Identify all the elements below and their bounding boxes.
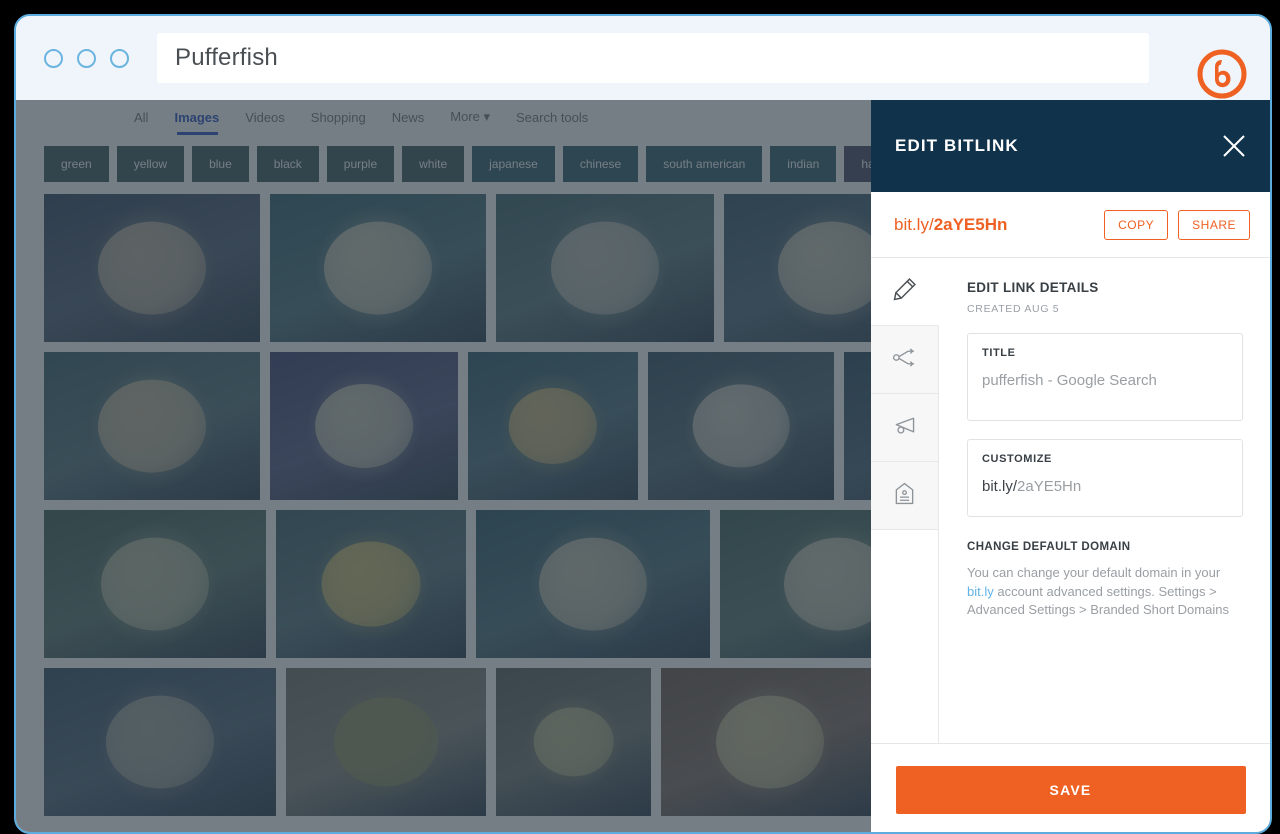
image-thumbnail[interactable] <box>468 352 638 500</box>
domain-note-text: You can change your default domain in yo… <box>967 564 1243 620</box>
image-thumbnail[interactable] <box>661 668 879 816</box>
thumbnail-subject <box>533 707 614 777</box>
google-nav-images[interactable]: Images <box>174 110 219 125</box>
filter-chip-yellow[interactable]: yellow <box>116 146 185 182</box>
google-nav-news[interactable]: News <box>392 110 425 125</box>
bitlink-domain: bit.ly/ <box>894 214 934 234</box>
panel-icon-rail <box>871 258 939 743</box>
window-controls <box>44 48 129 68</box>
image-thumbnail[interactable] <box>276 510 466 658</box>
bitlink-actions: COPY SHARE <box>1104 209 1250 240</box>
bitlink-url[interactable]: bit.ly/2aYE5Hn <box>894 215 1007 235</box>
google-nav-videos[interactable]: Videos <box>245 110 285 125</box>
thumbnail-subject <box>692 384 790 468</box>
thumbnail-subject <box>778 221 886 315</box>
filter-chip-indian[interactable]: indian <box>770 146 837 182</box>
tab-tags[interactable] <box>871 462 939 530</box>
bitly-logo[interactable] <box>1196 48 1248 100</box>
panel-title: EDIT BITLINK <box>895 136 1019 155</box>
filter-chip-purple[interactable]: purple <box>326 146 395 182</box>
image-thumbnail[interactable] <box>476 510 710 658</box>
image-thumbnail[interactable] <box>286 668 486 816</box>
edit-bitlink-panel: EDIT BITLINK bit.ly/2aYE5Hn COPY SHARE E… <box>871 100 1270 832</box>
megaphone-icon <box>890 411 919 445</box>
customize-field[interactable]: CUSTOMIZE bit.ly/2aYE5Hn <box>967 439 1243 517</box>
window-dot-close[interactable] <box>44 48 63 68</box>
customize-prefix: bit.ly/ <box>982 478 1018 495</box>
google-nav-more[interactable]: More ▾ <box>450 109 490 125</box>
title-field-label: TITLE <box>982 347 1016 359</box>
thumbnail-subject <box>315 383 413 469</box>
pencil-icon <box>890 275 919 309</box>
bitlink-row: bit.ly/2aYE5Hn COPY SHARE <box>871 192 1270 258</box>
close-icon[interactable] <box>1220 132 1248 160</box>
filter-chip-japanese[interactable]: japanese <box>472 146 555 182</box>
edit-details-pane: EDIT LINK DETAILS CREATED AUG 5 TITLE pu… <box>939 258 1270 743</box>
image-thumbnail[interactable] <box>496 668 651 816</box>
save-button[interactable]: SAVE <box>895 766 1246 814</box>
image-thumbnail[interactable] <box>44 352 260 500</box>
domain-note-text-before: You can change your default domain in yo… <box>967 565 1221 580</box>
active-tab-underline <box>177 132 218 135</box>
filter-chip-chinese[interactable]: chinese <box>562 146 639 182</box>
thumbnail-subject <box>101 537 209 631</box>
thumbnail-subject <box>551 221 659 315</box>
thumbnail-subject <box>716 695 824 789</box>
tab-edit-details[interactable] <box>871 258 939 326</box>
image-thumbnail[interactable] <box>648 352 834 500</box>
thumbnail-subject <box>324 221 432 315</box>
image-thumbnail[interactable] <box>44 510 266 658</box>
image-thumbnail[interactable] <box>44 194 260 342</box>
change-default-domain-block: CHANGE DEFAULT DOMAIN You can change you… <box>967 541 1243 620</box>
domain-note-text-after: account advanced settings. Settings > Ad… <box>967 583 1229 618</box>
filter-chip-black[interactable]: black <box>256 146 319 182</box>
thumbnail-subject <box>539 537 647 631</box>
thumbnail-subject <box>508 387 598 465</box>
google-nav-search-tools[interactable]: Search tools <box>516 110 588 125</box>
google-nav-all[interactable]: All <box>134 110 148 125</box>
customize-field-input[interactable]: bit.ly/2aYE5Hn <box>982 478 1228 500</box>
customize-placeholder: 2aYE5Hn <box>1017 478 1082 495</box>
address-bar[interactable]: Pufferfish <box>157 33 1149 83</box>
filter-chip-white[interactable]: white <box>402 146 465 182</box>
browser-chrome-bar: Pufferfish <box>16 16 1270 100</box>
share-button[interactable]: SHARE <box>1178 209 1250 240</box>
filter-chip-green[interactable]: green <box>44 146 109 182</box>
filter-chip-south-american[interactable]: south american <box>646 146 763 182</box>
copy-button[interactable]: COPY <box>1104 209 1169 240</box>
panel-footer: SAVE <box>871 744 1270 832</box>
filter-chip-blue[interactable]: blue <box>192 146 249 182</box>
image-thumbnail[interactable] <box>44 668 276 816</box>
title-field-input[interactable]: pufferfish - Google Search <box>982 372 1228 394</box>
created-date: CREATED AUG 5 <box>967 303 1060 315</box>
window-dot-maximize[interactable] <box>110 48 129 68</box>
panel-header: EDIT BITLINK <box>871 100 1270 192</box>
thumbnail-subject <box>98 379 206 473</box>
window-dot-minimize[interactable] <box>77 48 96 68</box>
share-icon <box>890 343 919 377</box>
domain-note-heading: CHANGE DEFAULT DOMAIN <box>967 541 1131 553</box>
image-thumbnail[interactable] <box>270 194 486 342</box>
bitlink-hash: 2aYE5Hn <box>933 214 1008 234</box>
thumbnail-subject <box>321 541 421 627</box>
tab-campaign[interactable] <box>871 394 939 462</box>
title-field[interactable]: TITLE pufferfish - Google Search <box>967 333 1243 421</box>
thumbnail-subject <box>98 221 206 315</box>
browser-window: Pufferfish All Images Videos Shopping News Mo… <box>14 14 1272 834</box>
customize-field-label: CUSTOMIZE <box>982 453 1052 465</box>
panel-body: EDIT LINK DETAILS CREATED AUG 5 TITLE pu… <box>871 258 1270 744</box>
image-thumbnail[interactable] <box>270 352 458 500</box>
address-input-value: Pufferfish <box>175 44 278 71</box>
google-nav-shopping[interactable]: Shopping <box>311 110 366 125</box>
image-thumbnail[interactable] <box>496 194 714 342</box>
tab-share[interactable] <box>871 326 939 394</box>
bitly-settings-link[interactable]: bit.ly <box>967 584 994 599</box>
thumbnail-subject <box>334 697 438 787</box>
tag-icon <box>890 479 919 513</box>
details-heading: EDIT LINK DETAILS <box>967 280 1099 295</box>
thumbnail-subject <box>106 695 214 789</box>
